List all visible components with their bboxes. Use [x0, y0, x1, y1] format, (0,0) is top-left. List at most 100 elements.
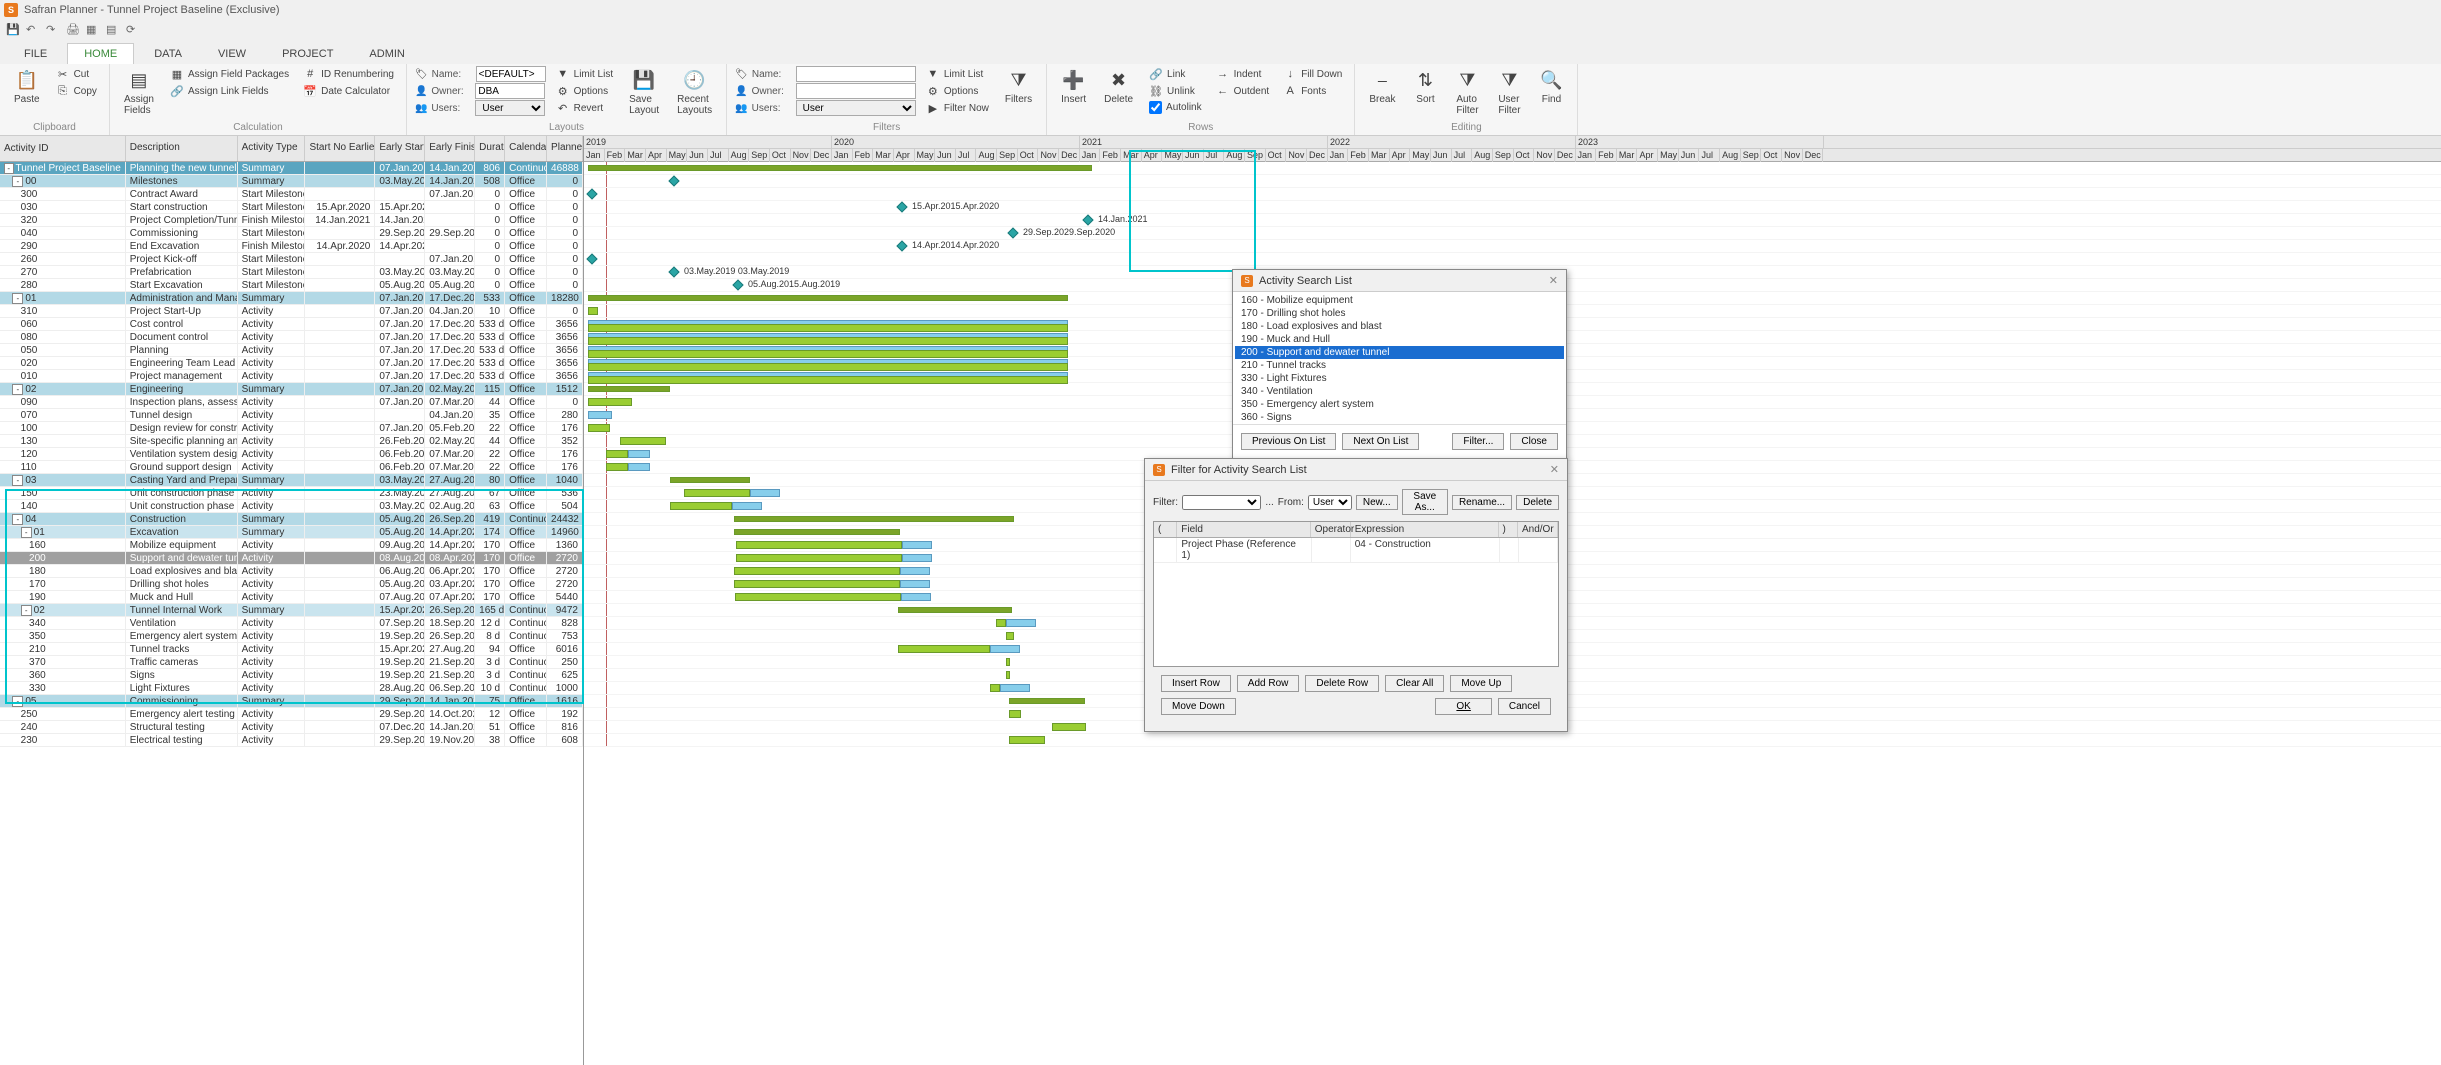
save-layout-button[interactable]: 💾Save Layout [623, 66, 665, 118]
user-filter-button[interactable]: ⧩User Filter [1491, 66, 1527, 118]
search-list-item[interactable]: 340 - Ventilation [1235, 385, 1564, 398]
cut-button[interactable]: ✂Cut [52, 66, 101, 82]
date-calculator-button[interactable]: 📅Date Calculator [299, 83, 398, 99]
col-description[interactable]: Description [126, 136, 238, 161]
clear-all-button[interactable]: Clear All [1385, 675, 1444, 692]
insert-button[interactable]: ➕Insert [1055, 66, 1092, 107]
gantt-bar[interactable] [735, 593, 901, 601]
gantt-bar[interactable] [1006, 632, 1014, 640]
gantt-bar[interactable] [902, 554, 932, 562]
new-button[interactable]: New... [1356, 495, 1398, 510]
layout-revert-button[interactable]: ↶Revert [552, 100, 617, 116]
search-list-item[interactable]: 360 - Signs [1235, 411, 1564, 424]
save-icon[interactable]: 💾 [6, 23, 20, 37]
filter-button[interactable]: Filter... [1452, 433, 1504, 450]
gantt-bar[interactable] [734, 529, 900, 535]
gantt-bar[interactable] [588, 307, 598, 315]
qat-icon[interactable]: ▤ [106, 23, 120, 37]
gantt-bar[interactable] [734, 516, 1014, 522]
activity-row[interactable]: 040CommissioningStart Milestone29.Sep.20… [0, 227, 583, 240]
search-list-item[interactable]: 330 - Light Fixtures [1235, 372, 1564, 385]
activity-row[interactable]: 150Unit construction phase 2Activity23.M… [0, 487, 583, 500]
gantt-bar[interactable] [900, 580, 930, 588]
gantt-bar[interactable] [628, 463, 650, 471]
recent-layouts-button[interactable]: 🕘Recent Layouts [671, 66, 718, 118]
gantt-bar[interactable] [588, 424, 610, 432]
gantt-bar[interactable] [898, 607, 1012, 613]
search-list-item[interactable]: 210 - Tunnel tracks [1235, 359, 1564, 372]
filter-criteria-row[interactable]: Project Phase (Reference 1) = 04 - Const… [1154, 538, 1558, 563]
gantt-bar[interactable] [684, 489, 750, 497]
outdent-button[interactable]: ←Outdent [1212, 83, 1274, 99]
activity-row[interactable]: -01Administration and ManagementSummary0… [0, 292, 583, 305]
milestone-diamond-icon[interactable] [586, 253, 597, 264]
tab-data[interactable]: DATA [138, 44, 198, 64]
collapse-toggle[interactable]: - [12, 293, 23, 304]
milestone-diamond-icon[interactable] [586, 188, 597, 199]
activity-row[interactable]: 230Electrical testingActivity29.Sep.2020… [0, 734, 583, 747]
gantt-bar[interactable] [670, 477, 750, 483]
activity-row[interactable]: 110Ground support designActivity06.Feb.2… [0, 461, 583, 474]
cancel-button[interactable]: Cancel [1498, 698, 1551, 715]
gantt-bar[interactable] [1009, 698, 1085, 704]
activity-row[interactable]: 310Project Start-UpActivity07.Jan.201904… [0, 305, 583, 318]
gantt-bar[interactable] [750, 489, 780, 497]
gantt-bar[interactable] [670, 502, 732, 510]
close-icon[interactable]: ✕ [1549, 274, 1558, 287]
search-list-item[interactable]: 200 - Support and dewater tunnel [1235, 346, 1564, 359]
print-icon[interactable]: 🖨 [66, 23, 80, 37]
gantt-bar[interactable] [620, 437, 666, 445]
activity-row[interactable]: 280Start ExcavationStart Milestone05.Aug… [0, 279, 583, 292]
save-as-button[interactable]: Save As... [1402, 489, 1448, 515]
search-list-item[interactable]: 160 - Mobilize equipment [1235, 294, 1564, 307]
col-early-finish[interactable]: Early Finish [425, 136, 475, 161]
activity-row[interactable]: 160Mobilize equipmentActivity09.Aug.2019… [0, 539, 583, 552]
milestone-diamond-icon[interactable] [896, 201, 907, 212]
activity-row[interactable]: 340VentilationActivity07.Sep.202018.Sep.… [0, 617, 583, 630]
filter-now-button[interactable]: ▶Filter Now [922, 100, 993, 116]
fonts-button[interactable]: AFonts [1279, 83, 1346, 99]
move-up-button[interactable]: Move Up [1450, 675, 1512, 692]
close-button[interactable]: Close [1510, 433, 1558, 450]
activity-row[interactable]: 270PrefabricationStart Milestone03.May.2… [0, 266, 583, 279]
gantt-bar[interactable] [902, 541, 932, 549]
col-activity-type[interactable]: Activity Type [238, 136, 306, 161]
filters-button[interactable]: ⧩Filters [999, 66, 1038, 107]
fill-down-button[interactable]: ↓Fill Down [1279, 66, 1346, 82]
next-button[interactable]: Next On List [1342, 433, 1419, 450]
unlink-button[interactable]: ⛓Unlink [1145, 83, 1206, 99]
search-list-item[interactable]: 350 - Emergency alert system [1235, 398, 1564, 411]
filter-owner-input[interactable] [796, 83, 916, 99]
gantt-bar[interactable] [996, 619, 1006, 627]
sort-button[interactable]: ⇅Sort [1407, 66, 1443, 107]
activity-row[interactable]: 200Support and dewater tunnelActivity08.… [0, 552, 583, 565]
activity-row[interactable]: 080Document controlActivity07.Jan.201917… [0, 331, 583, 344]
id-renumbering-button[interactable]: #ID Renumbering [299, 66, 398, 82]
gantt-bar[interactable] [990, 684, 1000, 692]
col-planned-qty[interactable]: Planned QTY [547, 136, 583, 161]
collapse-toggle[interactable]: - [12, 514, 23, 525]
assign-fields-button[interactable]: ▤Assign Fields [118, 66, 160, 118]
filter-from-select[interactable]: User [1308, 495, 1352, 510]
gantt-bar[interactable] [736, 541, 902, 549]
activity-row[interactable]: 370Traffic camerasActivity19.Sep.202021.… [0, 656, 583, 669]
collapse-toggle[interactable]: - [12, 384, 23, 395]
gantt-bar[interactable] [734, 567, 900, 575]
search-list-item[interactable]: 190 - Muck and Hull [1235, 333, 1564, 346]
tab-view[interactable]: VIEW [202, 44, 262, 64]
activity-row[interactable]: -04ConstructionSummary05.Aug.201926.Sep.… [0, 513, 583, 526]
delete-button[interactable]: ✖Delete [1098, 66, 1139, 107]
collapse-toggle[interactable]: - [12, 176, 23, 187]
filter-name-select[interactable] [1182, 495, 1261, 510]
gantt-bar[interactable] [734, 580, 900, 588]
col-activity-id[interactable]: Activity ID [0, 136, 126, 161]
filter-options-button[interactable]: ⚙Options [922, 83, 993, 99]
activity-row[interactable]: 180Load explosives and blastActivity06.A… [0, 565, 583, 578]
find-button[interactable]: 🔍Find [1533, 66, 1569, 107]
close-icon[interactable]: ✕ [1550, 463, 1559, 476]
gantt-bar[interactable] [900, 567, 930, 575]
activity-row[interactable]: 190Muck and HullActivity07.Aug.201907.Ap… [0, 591, 583, 604]
col-calendar[interactable]: Calendar [505, 136, 547, 161]
milestone-diamond-icon[interactable] [896, 240, 907, 251]
copy-button[interactable]: ⎘Copy [52, 83, 101, 99]
